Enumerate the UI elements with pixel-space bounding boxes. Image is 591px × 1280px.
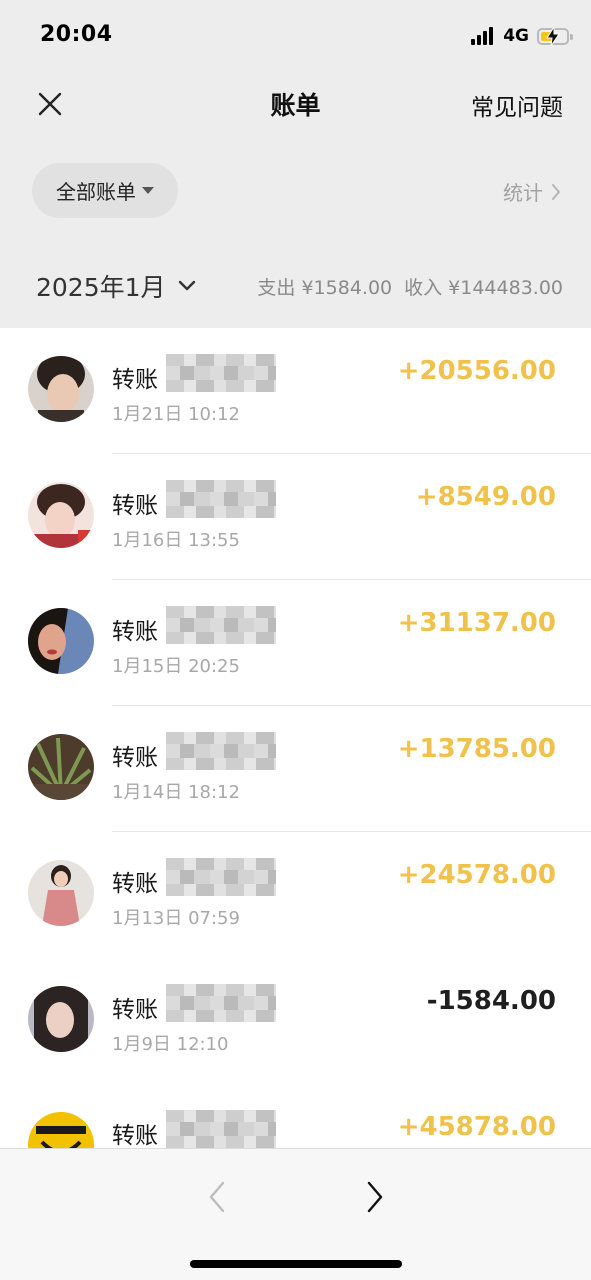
transaction-time: 1月13日 07:59 [112,908,240,929]
month-expense: 支出 ¥1584.00 [257,277,393,299]
close-icon[interactable] [36,90,64,118]
transaction-amount: +45878.00 [397,1112,556,1142]
transaction-row[interactable]: 转账 1月13日 07:59 +24578.00 [0,832,591,958]
status-icons: 4G [471,25,573,47]
redacted-name [166,480,276,518]
month-income: 收入 ¥144483.00 [404,277,563,299]
avatar [28,1112,94,1148]
avatar [28,356,94,422]
chevron-down-icon [178,280,195,291]
transaction-row[interactable]: 转账 1月21日 10:12 +20556.00 [0,328,591,454]
transaction-title: 转账 [112,871,158,897]
transaction-title: 转账 [112,493,158,519]
transaction-row[interactable]: 转账 +45878.00 [0,1084,591,1148]
month-selector[interactable]: 2025年1月 [36,268,196,304]
caret-down-icon [142,187,154,194]
avatar [28,860,94,926]
chevron-right-icon [552,183,560,200]
stats-label: 统计 [503,181,543,205]
transaction-title: 转账 [112,1123,158,1148]
transaction-row[interactable]: 转账 1月14日 18:12 +13785.00 [0,706,591,832]
transaction-amount: +24578.00 [397,860,556,890]
home-indicator [190,1260,402,1268]
avatar [28,986,94,1052]
bottom-toolbar [0,1148,591,1280]
charging-bolt-icon [546,26,560,46]
chevron-right-icon[interactable] [362,1179,388,1215]
bill-filter-label: 全部账单 [56,180,136,204]
transaction-title: 转账 [112,745,158,771]
bill-filter-dropdown[interactable]: 全部账单 [32,163,178,218]
battery-icon [537,26,573,46]
transaction-amount: +20556.00 [397,356,556,386]
transaction-title: 转账 [112,619,158,645]
transaction-time: 1月21日 10:12 [112,404,240,425]
transaction-time: 1月9日 12:10 [112,1034,229,1055]
transaction-title: 转账 [112,367,158,393]
transaction-time: 1月16日 13:55 [112,530,240,551]
redacted-name [166,984,276,1022]
signal-icon [471,27,495,45]
month-summary: 支出 ¥1584.00 收入 ¥144483.00 [257,273,563,300]
transaction-time: 1月14日 18:12 [112,782,240,803]
transaction-amount: +31137.00 [397,608,556,638]
transaction-row[interactable]: 转账 1月9日 12:10 -1584.00 [0,958,591,1084]
stats-link[interactable]: 统计 [503,177,561,206]
header-area: 20:04 4G 账单 常见问题 全部账单 统计 2025年1月 支出 ¥158… [0,0,591,328]
faq-link[interactable]: 常见问题 [471,88,563,122]
month-label: 2025年1月 [36,273,166,302]
transaction-title: 转账 [112,997,158,1023]
avatar [28,608,94,674]
chevron-left-icon[interactable] [204,1179,230,1215]
transaction-time: 1月15日 20:25 [112,656,240,677]
transaction-amount: +8549.00 [415,482,556,512]
avatar [28,734,94,800]
transaction-row[interactable]: 转账 1月16日 13:55 +8549.00 [0,454,591,580]
transaction-row[interactable]: 转账 1月15日 20:25 +31137.00 [0,580,591,706]
redacted-name [166,1110,276,1148]
transaction-amount: +13785.00 [397,734,556,764]
redacted-name [166,606,276,644]
avatar [28,482,94,548]
redacted-name [166,732,276,770]
status-time: 20:04 [40,22,113,47]
redacted-name [166,354,276,392]
transaction-amount: -1584.00 [426,986,556,1016]
redacted-name [166,858,276,896]
transaction-list: 转账 1月21日 10:12 +20556.00 转账 1月16日 13:55 … [0,328,591,1148]
network-label: 4G [503,26,529,46]
